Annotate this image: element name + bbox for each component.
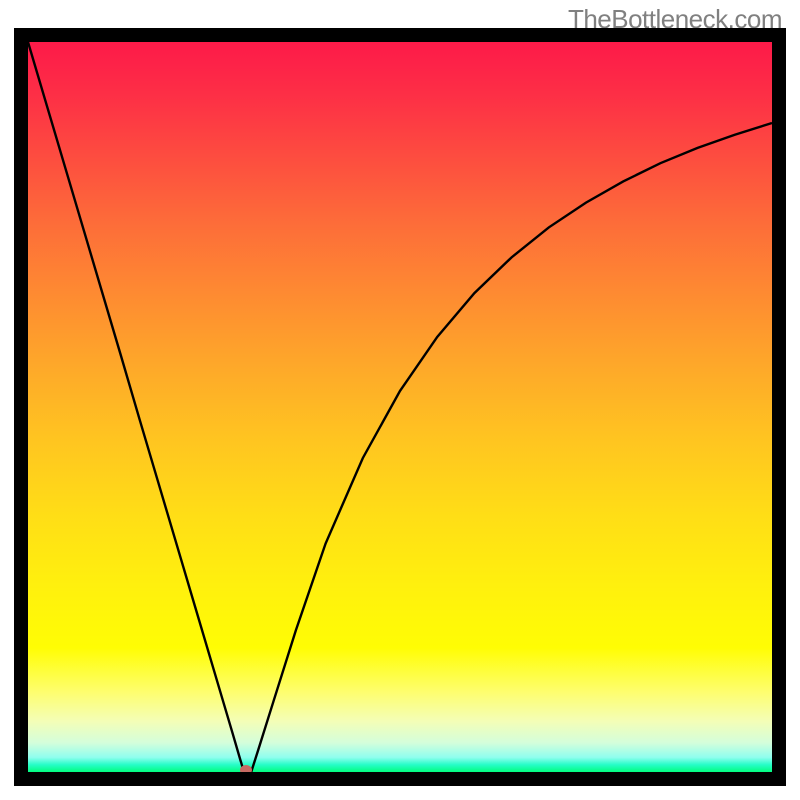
plot-area [28, 42, 772, 772]
curve-svg [28, 42, 772, 772]
plot-frame [14, 28, 786, 786]
chart-container: TheBottleneck.com [0, 0, 800, 800]
bottleneck-curve [28, 42, 772, 772]
